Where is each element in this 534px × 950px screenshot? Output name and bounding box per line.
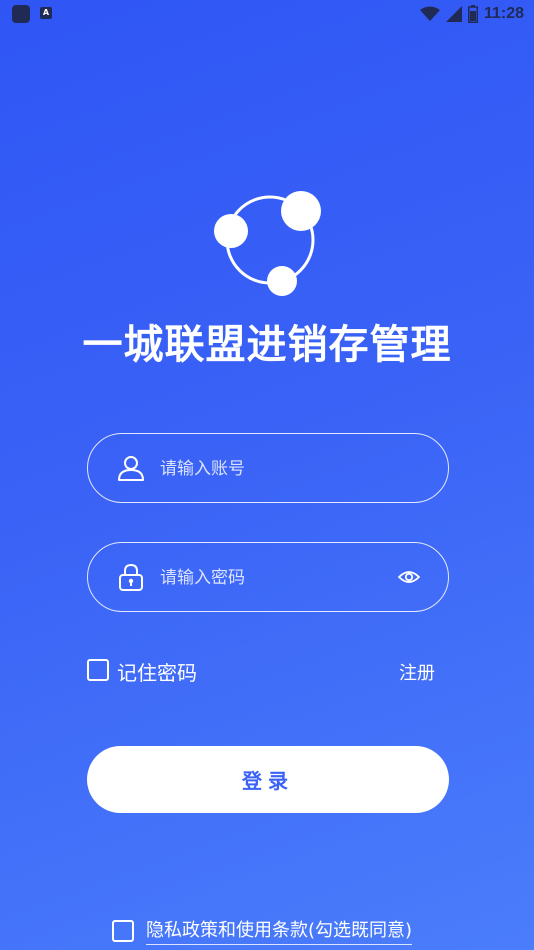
share-nodes-logo <box>214 191 321 296</box>
remember-row: 记住密码 注册 <box>87 657 449 686</box>
battery-icon <box>467 5 478 23</box>
status-bar-right: 11:28 <box>419 4 524 24</box>
privacy-policy-link[interactable]: 隐私政策和使用条款(勾选既同意) <box>146 916 413 945</box>
remember-label[interactable]: 记住密码 <box>117 657 197 686</box>
register-link[interactable]: 注册 <box>399 659 435 685</box>
signal-icon <box>445 6 462 22</box>
login-button[interactable]: 登录 <box>87 746 449 813</box>
status-time: 11:28 <box>483 5 524 22</box>
app-title: 一城联盟进销存管理 <box>82 322 452 368</box>
password-input[interactable] <box>160 561 390 595</box>
app-notification-icon <box>12 5 30 23</box>
eye-icon[interactable] <box>398 567 420 587</box>
account-input[interactable] <box>160 452 390 486</box>
wifi-icon <box>419 6 440 21</box>
privacy-checkbox[interactable] <box>112 920 134 942</box>
status-bar: A 11:28 <box>0 0 534 28</box>
account-field[interactable] <box>87 433 449 503</box>
user-icon <box>118 456 144 481</box>
privacy-row: 隐私政策和使用条款(勾选既同意) <box>112 916 442 945</box>
remember-checkbox[interactable] <box>87 659 109 681</box>
a-notification-icon: A <box>40 7 52 19</box>
password-field[interactable] <box>87 542 449 612</box>
lock-icon <box>119 563 143 591</box>
